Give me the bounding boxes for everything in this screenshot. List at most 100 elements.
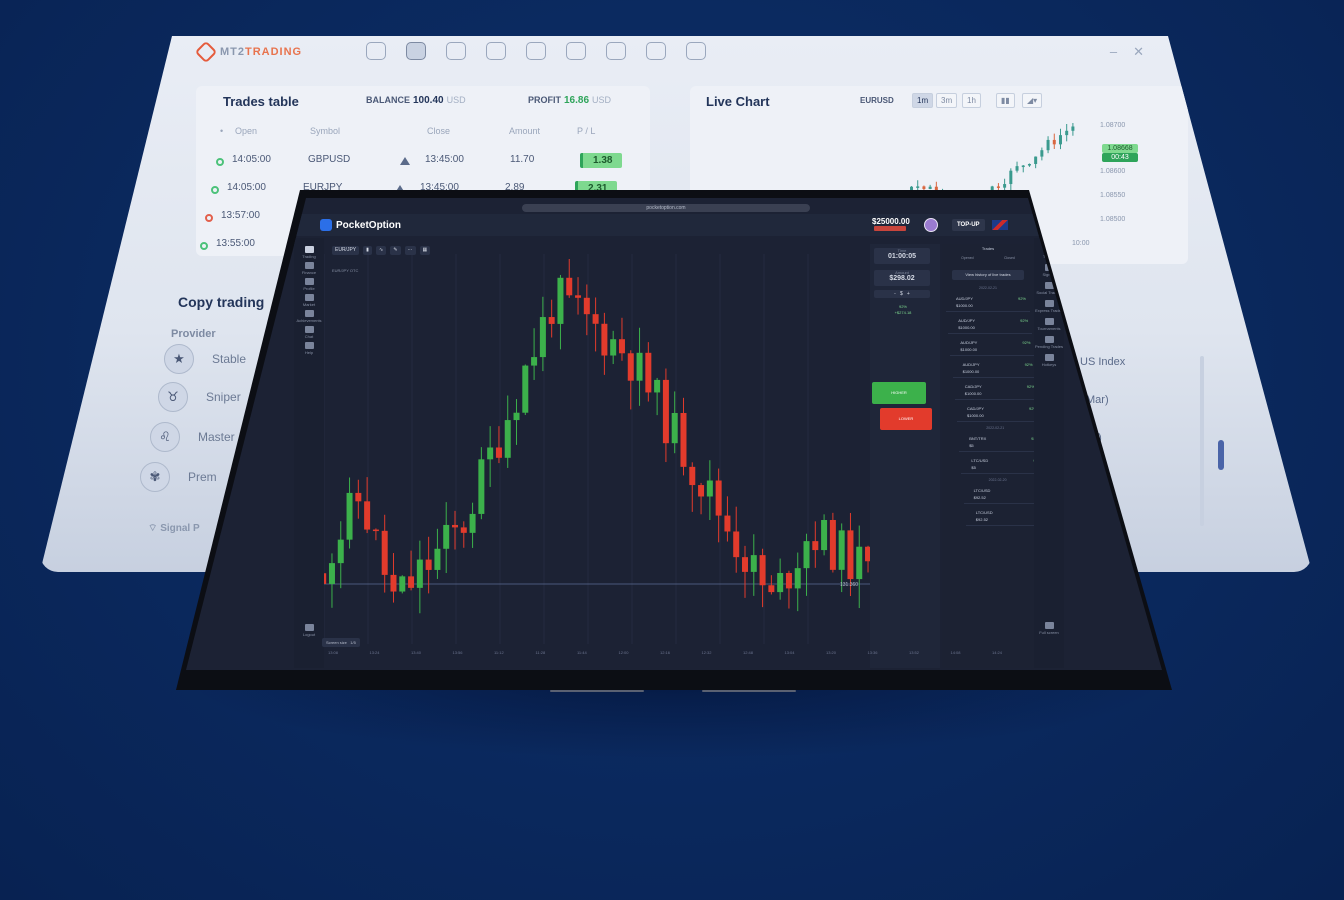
po-candlestick-chart: 131.360 <box>324 254 870 644</box>
calendar-icon[interactable] <box>606 42 626 60</box>
candle-body <box>689 466 696 486</box>
provider-name: Prem <box>188 470 217 484</box>
rail-chat[interactable]: Chat <box>294 326 324 339</box>
provider-master[interactable]: ♌ Master <box>150 422 235 452</box>
time-box[interactable]: Time 01:00:05 <box>874 248 930 264</box>
screen-size-control[interactable]: Screen size 1/5 <box>322 638 360 647</box>
po-candle <box>803 533 810 596</box>
rail-market[interactable]: Market <box>294 294 324 307</box>
close-icon[interactable]: ✕ <box>1133 44 1144 60</box>
cell-open: 13:57:00 <box>221 210 260 221</box>
document-icon[interactable] <box>526 42 546 60</box>
candle-body <box>324 573 327 584</box>
trade-amount: $92.52 <box>975 517 989 522</box>
candle-body <box>706 480 713 497</box>
avatar[interactable] <box>924 218 938 232</box>
po-brand: PocketOption <box>336 219 402 231</box>
candle-body <box>1040 150 1044 157</box>
po-candle <box>777 558 784 600</box>
rail-profile[interactable]: Profile <box>294 278 324 291</box>
provider-premium[interactable]: ✾ Prem <box>140 462 217 492</box>
trade-item[interactable]: AUD/JPY $1000.00 92% <box>946 294 1030 312</box>
tools-icon[interactable] <box>406 42 426 60</box>
rail-label: Express Trades <box>1035 308 1063 313</box>
account-balance[interactable]: $25000.00 <box>872 217 910 226</box>
candles-icon[interactable] <box>566 42 586 60</box>
balance-unit: USD <box>446 95 466 105</box>
profit-value: +$274.18 <box>894 310 912 315</box>
x-axis-tick: 12:00 <box>618 650 629 655</box>
po-candle <box>452 510 458 550</box>
rail-logout[interactable]: Logout <box>294 624 324 637</box>
minimize-icon[interactable]: – <box>1110 44 1117 60</box>
flag-icon[interactable] <box>992 220 1008 230</box>
topup-button[interactable]: TOP-UP <box>952 219 985 231</box>
search-icon[interactable] <box>446 42 466 60</box>
x-axis-tick: 13:04 <box>784 650 795 655</box>
candle-body <box>916 186 920 188</box>
rail-label: Finance <box>301 270 317 275</box>
timeframe-1m[interactable]: 1m <box>912 93 934 108</box>
po-candle <box>812 521 819 568</box>
po-candle <box>399 575 406 594</box>
rail-hotkeys[interactable]: Hotkeys <box>1034 354 1064 367</box>
rail-tournaments[interactable]: Tournaments <box>1034 318 1064 331</box>
table-row[interactable]: 14:05:00 GBPUSD 13:45:00 11.70 1.38 <box>196 153 650 176</box>
candles-group <box>324 259 870 614</box>
history-button[interactable]: View history of live trades <box>952 270 1024 280</box>
amount-box[interactable]: Amount $298.02 <box>874 270 930 286</box>
trade-item[interactable]: CAD/JPY $1000.00 92% <box>954 382 1039 400</box>
chat-icon[interactable] <box>686 42 706 60</box>
amount-stepper[interactable]: - $ + <box>874 290 930 298</box>
chart-type-icon[interactable]: ◢▾ <box>1022 93 1043 108</box>
po-candle <box>610 330 617 365</box>
rail-achievements[interactable]: Achievements <box>294 310 324 323</box>
candle-body <box>838 530 845 570</box>
trade-pair: LTC/USD <box>975 510 993 515</box>
network-icon[interactable] <box>646 42 666 60</box>
url-bar[interactable]: pocketoption.com <box>522 204 810 212</box>
trades-tab[interactable]: Trades <box>946 246 1030 251</box>
rail-help[interactable]: Help <box>294 342 324 355</box>
candle-body <box>680 412 687 467</box>
trade-percent: 92% <box>1017 296 1026 301</box>
po-candle <box>434 528 441 579</box>
trade-item[interactable]: AUD/JPY $1000.00 92% <box>948 316 1033 334</box>
candle-type-icon[interactable]: ▮▮ <box>996 93 1015 108</box>
rail-finance[interactable]: Finance <box>294 262 324 275</box>
timeframe-3m[interactable]: 3m <box>936 93 958 108</box>
trade-item[interactable]: BNT/TRX$592% <box>959 434 1044 452</box>
tab-closed[interactable]: Closed <box>1004 256 1015 260</box>
live-candle <box>1065 123 1069 142</box>
rail-fullscreen[interactable]: Full screen <box>1034 622 1064 635</box>
trade-amount: $92.52 <box>973 495 986 500</box>
provider-stable[interactable]: ★ Stable <box>164 344 246 374</box>
higher-button[interactable]: HIGHER <box>872 382 926 404</box>
tab-opened[interactable]: Opened <box>961 256 973 260</box>
rail-label: Profile <box>303 286 315 291</box>
po-candle <box>583 284 590 336</box>
user-icon[interactable] <box>366 42 386 60</box>
timeframe-1h[interactable]: 1h <box>962 93 981 108</box>
lower-button[interactable]: LOWER <box>880 408 932 430</box>
gear-icon[interactable] <box>486 42 506 60</box>
mt2-topbar: MT2TRADING – ✕ <box>190 36 1170 68</box>
po-logo[interactable]: PocketOption <box>320 219 401 231</box>
rail-pending[interactable]: Pending Trades <box>1034 336 1064 349</box>
tablet-bar-right <box>702 690 796 692</box>
provider-sniper[interactable]: ♉ Sniper <box>158 382 241 412</box>
trade-amount: $1000.00 <box>964 391 982 396</box>
scroll-track[interactable] <box>1200 356 1204 526</box>
rail-trading[interactable]: Trading <box>294 246 324 259</box>
x-axis-tick: 11:28 <box>535 650 546 655</box>
live-candle <box>1015 161 1019 173</box>
trade-item[interactable]: CAD/JPY $1000.00 92% <box>957 404 1041 422</box>
po-candle <box>390 553 397 603</box>
trade-item[interactable]: LTC/USD$592% <box>961 456 1046 474</box>
trade-item[interactable]: AUD/JPY $1000.00 92% <box>950 338 1035 356</box>
trade-item[interactable]: AUD/JPY $1000.00 92% <box>952 360 1037 378</box>
trade-pair: LTC/USD <box>971 458 989 463</box>
po-candle <box>592 297 599 352</box>
window-controls: – ✕ <box>1110 44 1144 60</box>
scroll-thumb[interactable] <box>1218 440 1224 470</box>
